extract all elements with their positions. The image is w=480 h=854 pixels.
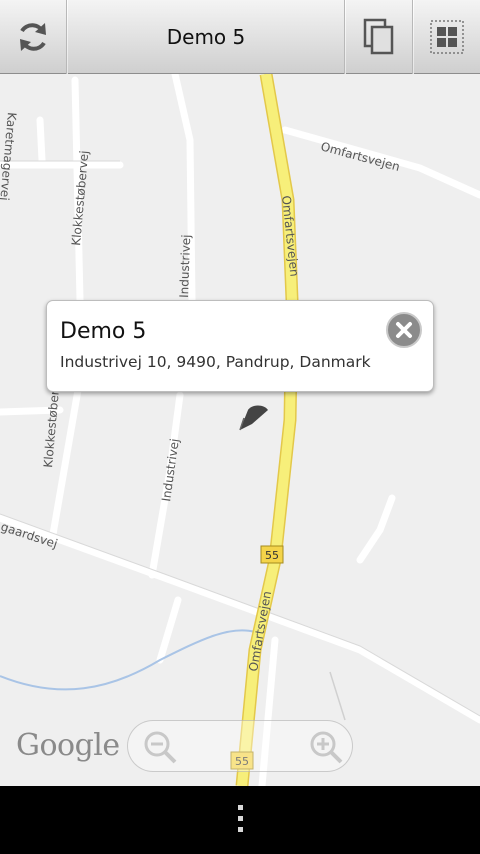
close-button[interactable] <box>386 312 422 348</box>
action-bar: Demo 5 <box>0 0 480 74</box>
zoom-controls <box>127 720 353 772</box>
zoom-in-icon <box>310 731 343 764</box>
system-nav-bar <box>0 786 480 854</box>
map-marker-icon[interactable] <box>239 405 268 431</box>
close-icon <box>396 322 412 338</box>
road-shield-label: 55 <box>265 549 279 562</box>
refresh-button[interactable] <box>0 0 66 74</box>
copy-button[interactable] <box>346 0 412 74</box>
marker-info-window[interactable]: Demo 5 Industrivej 10, 9490, Pandrup, Da… <box>46 300 434 392</box>
street-label: Omfartsvejen <box>319 139 401 174</box>
map-view[interactable]: Karetmagervej Klokkestøbervej Industrive… <box>0 74 480 786</box>
zoom-in-button[interactable] <box>308 729 344 765</box>
street-label: gaardsvej <box>0 520 59 551</box>
road-shield: 55 <box>260 545 284 564</box>
page-title: Demo 5 <box>166 25 246 49</box>
google-logo: Google <box>16 728 120 763</box>
copy-icon <box>363 18 394 55</box>
street-label: Industrivej <box>159 438 182 503</box>
zoom-out-icon <box>144 731 177 764</box>
info-window-address: Industrivej 10, 9490, Pandrup, Danmark <box>60 353 371 371</box>
refresh-icon <box>20 23 46 51</box>
overflow-menu-icon[interactable] <box>236 805 244 837</box>
info-window-title: Demo 5 <box>60 319 147 344</box>
street-label: Karetmagervej <box>0 112 19 201</box>
street-label: Omfartsvejen <box>279 195 301 277</box>
grid-icon <box>430 20 464 54</box>
grid-view-button[interactable] <box>414 0 480 74</box>
street-label: Industrivej <box>177 234 193 298</box>
zoom-out-button[interactable] <box>142 729 178 765</box>
map-canvas: Karetmagervej Klokkestøbervej Industrive… <box>0 74 480 786</box>
